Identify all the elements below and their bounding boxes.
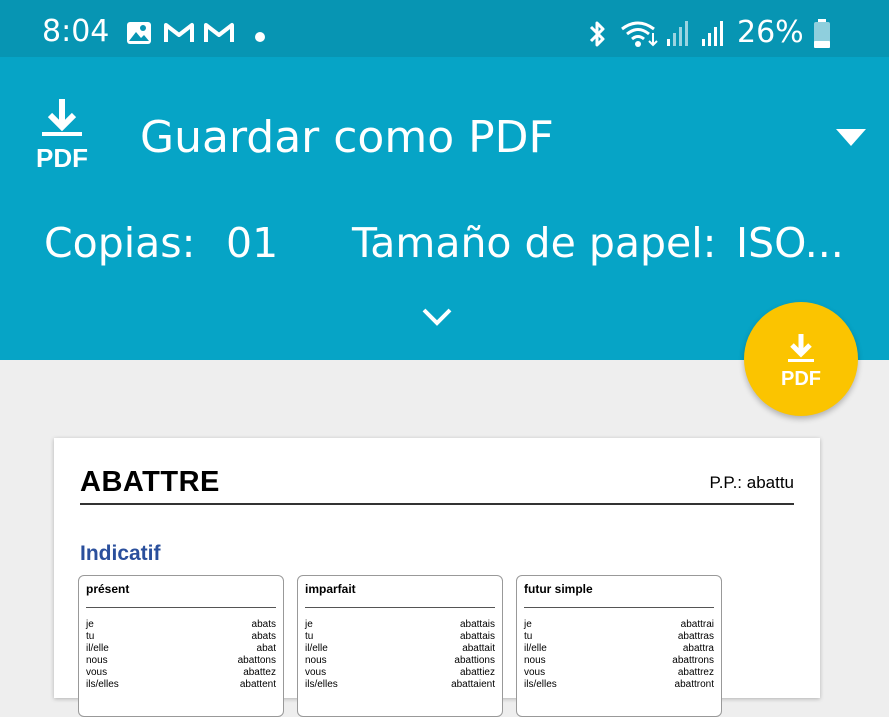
conjugation-row: il/elle abattra (524, 643, 714, 655)
conjugation-row: vous abattiez (305, 667, 495, 679)
pronoun: nous (305, 655, 327, 666)
pronoun: vous (86, 667, 108, 678)
verb-form: abattait (462, 643, 495, 654)
divider (86, 607, 276, 608)
svg-text:PDF: PDF (36, 143, 88, 171)
paper-size-value[interactable]: ISO... (736, 219, 844, 267)
tense-title: futur simple (524, 582, 593, 596)
pronoun: il/elle (524, 643, 547, 654)
verb-form: abattais (459, 619, 495, 630)
verb-form: abattrez (677, 667, 714, 678)
dropdown-arrow-icon[interactable] (836, 129, 866, 152)
battery-icon (813, 19, 831, 54)
verb-form: abattions (454, 655, 495, 666)
tense-box: imparfait je abattais tu abattais il/elle a… (297, 575, 503, 717)
copies-label: Copias: (44, 219, 196, 267)
destination-selector[interactable]: Guardar como PDF (140, 112, 554, 163)
signal-icon (665, 19, 691, 52)
conjugation-row: il/elle abat (86, 643, 276, 655)
conjugation-row: nous abattons (86, 655, 276, 667)
tense-box: présent je abats tu abats il/elle abat nous… (78, 575, 284, 717)
verb-form: abattras (677, 631, 714, 642)
verb-heading: ABATTRE (80, 466, 220, 498)
verb-form: abattais (459, 631, 495, 642)
pronoun: je (86, 619, 94, 630)
status-bar: 8:04 26% (0, 0, 889, 57)
verb-form: abattrai (680, 619, 714, 630)
conjugation-row: vous abattez (86, 667, 276, 679)
pdf-download-icon: PDF (30, 97, 94, 176)
pronoun: vous (524, 667, 546, 678)
pronoun: vous (305, 667, 327, 678)
conjugation-row: vous abattrez (524, 667, 714, 679)
save-pdf-button[interactable]: PDF (744, 302, 858, 416)
battery-percent: 26% (737, 15, 804, 50)
verb-form: abats (251, 631, 276, 642)
svg-text:PDF: PDF (781, 368, 821, 388)
verb-form: abat (256, 643, 276, 654)
conjugation-row: je abattais (305, 619, 495, 631)
gmail-icon (203, 22, 235, 49)
verb-form: abattez (243, 667, 276, 678)
tense-title: imparfait (305, 582, 356, 596)
divider (524, 607, 714, 608)
pronoun: nous (524, 655, 546, 666)
paper-size-label: Tamaño de papel: (352, 219, 717, 267)
conjugation-row: nous abattrons (524, 655, 714, 667)
bluetooth-icon (585, 19, 609, 54)
signal-icon (700, 19, 726, 52)
verb-form: abattiez (459, 667, 495, 678)
pronoun: tu (305, 631, 314, 642)
verb-form: abattra (682, 643, 714, 654)
chevron-down-icon[interactable] (420, 306, 454, 333)
conjugation-row: tu abattras (524, 631, 714, 643)
pronoun: je (524, 619, 532, 630)
divider (305, 607, 495, 608)
gmail-icon (163, 22, 195, 49)
conjugation-row: ils/elles abattront (524, 679, 714, 691)
gallery-icon (126, 21, 152, 50)
conjugation-row: il/elle abattait (305, 643, 495, 655)
notification-dot-icon (255, 29, 265, 47)
wifi-icon (620, 19, 660, 54)
tense-title: présent (86, 582, 130, 596)
copies-value[interactable]: 01 (226, 219, 278, 267)
tense-box: futur simple je abattrai tu abattras il/el… (516, 575, 722, 717)
pronoun: nous (86, 655, 108, 666)
conjugation-row: nous abattions (305, 655, 495, 667)
conjugation-row: tu abats (86, 631, 276, 643)
pronoun: tu (524, 631, 533, 642)
conjugation-row: je abats (86, 619, 276, 631)
print-options-header: PDF Guardar como PDF Copias: 01 Tamaño d… (0, 57, 889, 360)
pronoun: je (305, 619, 313, 630)
conjugation-row: tu abattais (305, 631, 495, 643)
past-participle: P.P.: abattu (709, 473, 794, 492)
verb-form: abats (251, 619, 276, 630)
clock: 8:04 (42, 14, 110, 49)
pronoun: il/elle (86, 643, 109, 654)
mood-heading: Indicatif (80, 542, 161, 565)
conjugation-row: je abattrai (524, 619, 714, 631)
conjugation-row: ils/elles abattaient (305, 679, 495, 691)
conjugation-row: ils/elles abattent (86, 679, 276, 691)
verb-form: abattrons (672, 655, 714, 666)
page-preview[interactable]: ABATTRE P.P.: abattu Indicatif présent j… (54, 438, 820, 717)
divider (80, 503, 794, 505)
verb-form: abattons (237, 655, 276, 666)
pdf-download-icon: PDF (781, 334, 821, 388)
pronoun: tu (86, 631, 95, 642)
pronoun: il/elle (305, 643, 328, 654)
